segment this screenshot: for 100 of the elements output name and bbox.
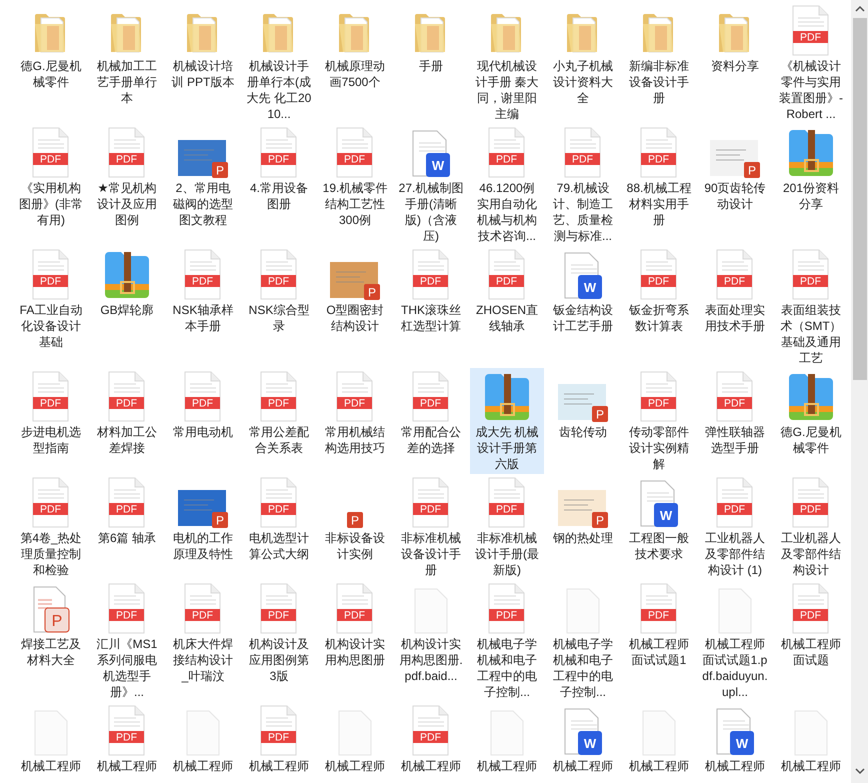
scroll-down-icon[interactable] — [854, 767, 864, 775]
blank-file-icon — [642, 710, 676, 756]
file-item[interactable]: PDF ZHOSEN直线轴承 — [470, 246, 544, 336]
file-item[interactable]: PDF 机械工程师 — [394, 702, 468, 776]
file-item[interactable]: PDF 材料加工公差焊接 — [90, 368, 164, 458]
file-item[interactable]: PDF ★常见机构设计及应用图例 — [90, 124, 164, 230]
file-item[interactable]: P 焊接工艺及材料大全 — [14, 580, 88, 670]
file-item[interactable]: GB焊轮廓 — [90, 246, 164, 320]
scroll-thumb[interactable] — [852, 18, 866, 380]
file-item[interactable]: 资料分享 — [698, 2, 772, 76]
file-item[interactable]: P 电机的工作原理及特性 — [166, 474, 240, 564]
file-item[interactable]: PDF 常用机械结构选用技巧 — [318, 368, 392, 458]
file-item[interactable]: PDF 第6篇 轴承 — [90, 474, 164, 548]
file-item[interactable]: PDF 机械电子学机械和电子工程中的电子控制... — [470, 580, 544, 702]
file-item[interactable]: PDF THK滚珠丝杠选型计算 — [394, 246, 468, 336]
zip-archive-icon — [102, 250, 152, 300]
file-item[interactable]: PDF 汇川《MS1系列伺服电机选型手册》... — [90, 580, 164, 702]
file-item[interactable]: PDF 机械工程师面试试题1 — [622, 580, 696, 670]
file-item[interactable]: 机械工程师面试试题1.pdf.baiduyun.upl... — [698, 580, 772, 702]
slide-thumbnail-icon: P — [330, 260, 380, 300]
file-item[interactable]: PDF 电机选型计算公式大纲 — [242, 474, 316, 564]
file-item[interactable]: PDF 非标准机械设计手册(最新版) — [470, 474, 544, 580]
file-item[interactable]: 机械设计手册单行本(成大先 化工2010... — [242, 2, 316, 124]
file-item[interactable]: 成大先 机械设计手册第六版 — [470, 368, 544, 474]
file-item[interactable]: PDF NSK综合型录 — [242, 246, 316, 336]
file-item[interactable]: 机构设计实用构思图册.pdf.baid... — [394, 580, 468, 686]
file-item[interactable]: 机械工程师 — [774, 702, 848, 776]
slide-thumbnail-icon: P — [710, 138, 760, 178]
file-item[interactable]: P 齿轮传动 — [546, 368, 620, 442]
file-item[interactable]: PDF 机构设计及应用图例第3版 — [242, 580, 316, 686]
zip-archive-icon — [786, 372, 836, 422]
file-item[interactable]: 机械工程师 — [622, 702, 696, 776]
file-item[interactable]: P 钢的热处理 — [546, 474, 620, 548]
file-item[interactable]: 现代机械设计手册 秦大同，谢里阳主编 — [470, 2, 544, 124]
file-item[interactable]: P O型圈密封结构设计 — [318, 246, 392, 336]
slide-file-icon: P — [347, 512, 363, 528]
file-item[interactable]: 201份资料分享 — [774, 124, 848, 214]
file-item[interactable]: PDF 88.机械工程材料实用手册 — [622, 124, 696, 230]
file-item[interactable]: PDF 《实用机构图册》(非常有用) — [14, 124, 88, 230]
file-item[interactable]: PDF 机械工程师 — [90, 702, 164, 776]
blank-file-icon — [338, 710, 372, 756]
blank-file-icon — [186, 710, 220, 756]
file-item[interactable]: PDF 常用配合公差的选择 — [394, 368, 468, 458]
slide-thumbnail-icon: P — [178, 488, 228, 528]
file-item[interactable]: W 钣金结构设计工艺手册 — [546, 246, 620, 336]
file-item[interactable]: PDF 步进电机选型指南 — [14, 368, 88, 458]
file-item[interactable]: P 2、常用电磁阀的选型图文教程 — [166, 124, 240, 230]
file-item[interactable]: PDF 工业机器人及零部件结构设计 (1) — [698, 474, 772, 580]
file-item[interactable]: PDF 第4卷_热处理质量控制和检验 — [14, 474, 88, 580]
slide-thumbnail-icon: P — [558, 382, 608, 422]
file-item[interactable]: W 机械工程师 — [546, 702, 620, 776]
scrollbar[interactable] — [851, 0, 868, 783]
file-item[interactable]: PDF 工业机器人及零部件结构设计 — [774, 474, 848, 580]
file-item[interactable]: 新编非标准设备设计手册 — [622, 2, 696, 108]
file-item[interactable]: 机械工程师 — [14, 702, 88, 776]
file-item[interactable]: PDF 46.1200例实用自动化机械与机构技术咨询... — [470, 124, 544, 246]
file-item[interactable]: PDF 机械工程师 — [242, 702, 316, 776]
file-item[interactable]: 机械设计培训 PPT版本 — [166, 2, 240, 92]
file-item[interactable]: PDF 机构设计实用构思图册 — [318, 580, 392, 670]
file-item[interactable]: 机械加工工艺手册单行本 — [90, 2, 164, 108]
slide-thumbnail-icon: P — [558, 488, 608, 528]
file-item[interactable]: PDF 弹性联轴器选型手册 — [698, 368, 772, 458]
file-item[interactable]: 小丸子机械设计资料大全 — [546, 2, 620, 108]
file-item[interactable]: PDF 非标准机械设备设计手册 — [394, 474, 468, 580]
file-item[interactable]: 机械工程师 — [166, 702, 240, 776]
blank-file-icon — [490, 710, 524, 756]
file-item[interactable]: PDF 4.常用设备图册 — [242, 124, 316, 214]
file-item[interactable]: PDF NSK轴承样本手册 — [166, 246, 240, 336]
file-item[interactable]: PDF 常用公差配合关系表 — [242, 368, 316, 458]
file-item[interactable]: 机械原理动画7500个 — [318, 2, 392, 92]
zip-archive-icon — [786, 128, 836, 178]
file-item[interactable]: PDF 《机械设计零件与实用装置图册》-Robert ... — [774, 2, 848, 124]
file-item[interactable]: P 90页齿轮传动设计 — [698, 124, 772, 214]
blank-file-icon — [718, 588, 752, 634]
blank-file-icon — [566, 588, 600, 634]
file-item[interactable]: PDF 钣金折弯系数计算表 — [622, 246, 696, 336]
file-item[interactable]: 德G.尼曼机械零件 — [774, 368, 848, 458]
scroll-up-icon[interactable] — [854, 5, 864, 13]
file-item[interactable]: PDF 传动零部件设计实例精解 — [622, 368, 696, 474]
file-item[interactable]: PDF 19.机械零件结构工艺性300例 — [318, 124, 392, 230]
file-item[interactable]: 机械工程师 — [318, 702, 392, 776]
file-item[interactable]: PDF 表面处理实用技术手册 — [698, 246, 772, 336]
file-item[interactable]: PDF 表面组装技术（SMT）基础及通用工艺 — [774, 246, 848, 368]
file-item[interactable]: PDF FA工业自动化设备设计基础 — [14, 246, 88, 352]
file-item[interactable]: PDF 机械工程师面试题 — [774, 580, 848, 670]
file-item[interactable]: W 机械工程师 — [698, 702, 772, 776]
file-item[interactable]: 德G.尼曼机械零件 — [14, 2, 88, 92]
blank-file-icon — [794, 710, 828, 756]
file-item[interactable]: W 工程图一般技术要求 — [622, 474, 696, 564]
blank-file-icon — [414, 588, 448, 634]
file-item[interactable]: PDF 常用电动机 — [166, 368, 240, 442]
file-item[interactable]: PDF 机床大件焊接结构设计_叶瑞汶 — [166, 580, 240, 686]
file-item[interactable]: W 27.机械制图手册(清晰版)（含液压) — [394, 124, 468, 246]
file-item[interactable]: PDF 79.机械设计、制造工艺、质量检测与标准... — [546, 124, 620, 246]
file-item[interactable]: 机械电子学机械和电子工程中的电子控制... — [546, 580, 620, 702]
blank-file-icon — [34, 710, 68, 756]
file-item[interactable]: 机械工程师 — [470, 702, 544, 776]
slide-thumbnail-icon: P — [178, 138, 228, 178]
file-item[interactable]: 手册 — [394, 2, 468, 76]
file-item[interactable]: P 非标设备设计实例 — [318, 474, 392, 564]
